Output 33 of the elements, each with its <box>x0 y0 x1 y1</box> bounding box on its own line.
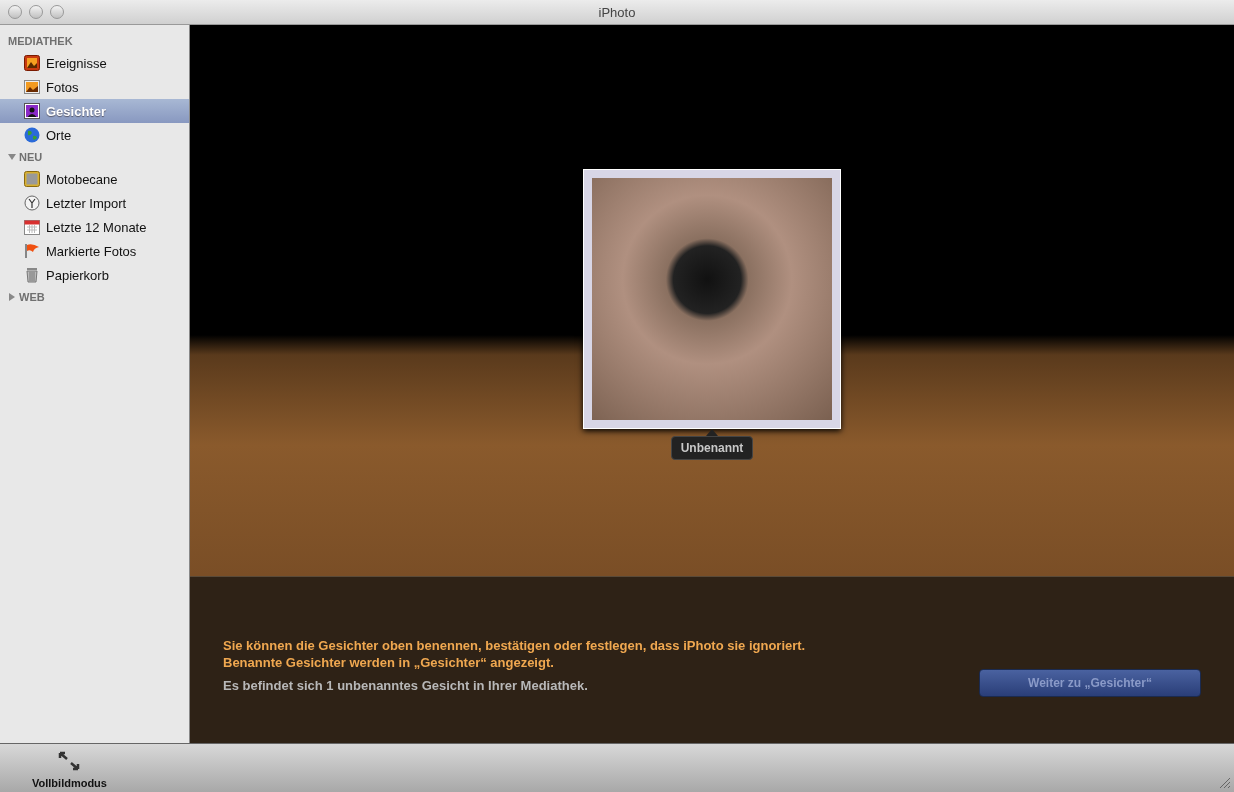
sidebar-item[interactable]: Markierte Fotos <box>0 239 189 263</box>
sidebar-item[interactable]: Ereignisse <box>0 51 189 75</box>
section-header: NEU <box>19 151 43 163</box>
count-text: Es befindet sich 1 unbenanntes Gesicht in Ihrer Mediathek. <box>223 678 589 693</box>
trash-icon <box>24 267 40 283</box>
photo-stack-icon <box>24 55 40 71</box>
sidebar-item[interactable]: Motobecane <box>0 167 189 191</box>
globe-icon <box>24 127 40 143</box>
sidebar-item[interactable]: Letzte 12 Monate <box>0 215 189 239</box>
portrait-icon <box>24 103 40 119</box>
fullscreen-button[interactable]: Vollbildmodus <box>0 751 107 792</box>
photo-icon <box>24 79 40 95</box>
section-header: MEDIATHEK <box>8 35 73 47</box>
sidebar-item[interactable]: Fotos <box>0 75 189 99</box>
window-control[interactable] <box>8 5 22 19</box>
clock-icon <box>24 195 40 211</box>
window-control[interactable] <box>29 5 43 19</box>
window-control[interactable] <box>50 5 64 19</box>
hint-text: Sie können die Gesichter oben benennen, bestätigen oder festlegen, dass iPhoto sie ignoriert. <box>223 637 806 654</box>
hint-text: Benannte Gesichter werden in „Gesichter“ angezeigt. <box>223 654 555 671</box>
flag-icon <box>24 243 40 259</box>
resize-grip-icon[interactable] <box>1219 777 1231 789</box>
window-title: iPhoto <box>598 4 636 20</box>
disclosure-triangle-icon[interactable] <box>8 293 16 301</box>
album-icon <box>24 171 40 187</box>
calendar-icon <box>24 219 40 235</box>
tag-pointer <box>706 429 718 436</box>
sidebar-item[interactable]: Orte <box>0 123 189 147</box>
expand-arrows-icon <box>58 751 81 771</box>
disclosure-triangle-icon[interactable] <box>8 153 16 161</box>
sidebar-item[interactable]: Letzter Import <box>0 191 189 215</box>
sidebar-item[interactable]: Papierkorb <box>0 263 189 287</box>
section-header: WEB <box>19 291 45 303</box>
